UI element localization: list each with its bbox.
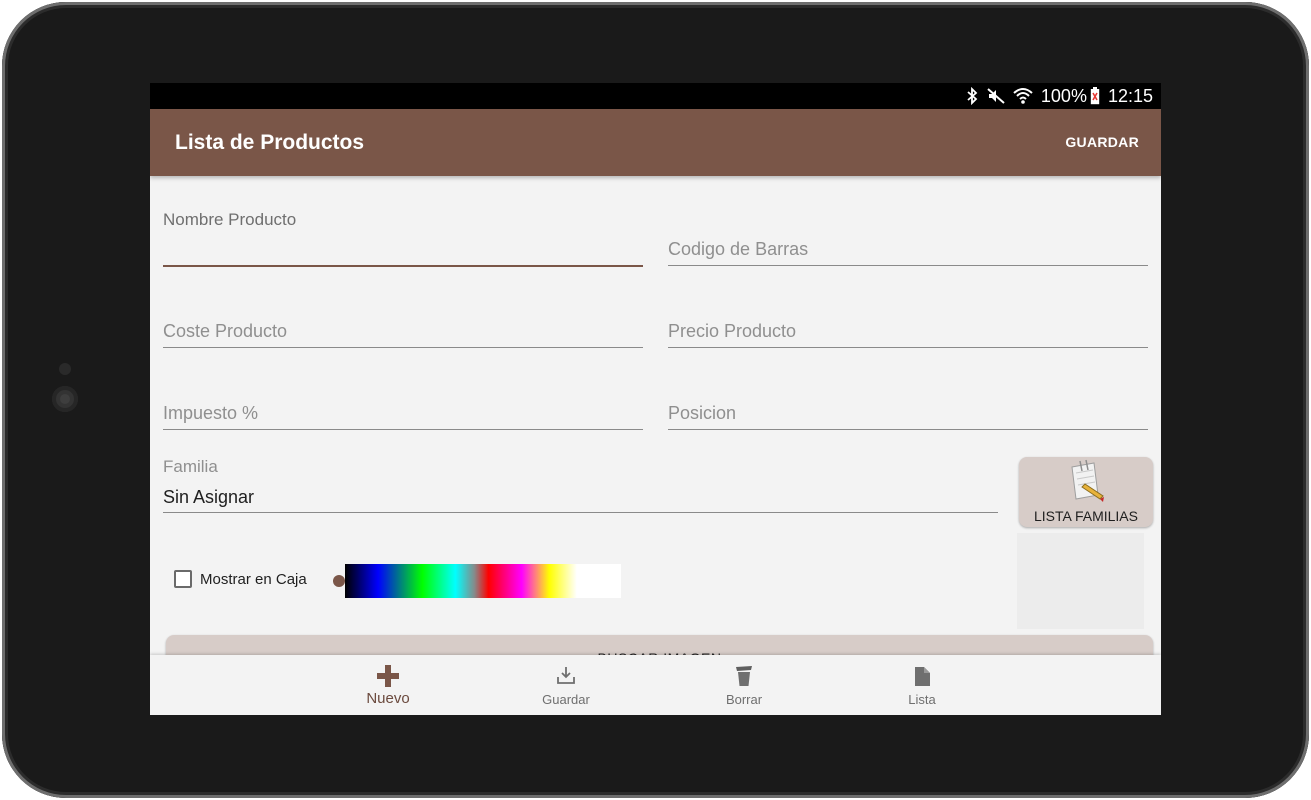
coste-producto-field[interactable]: Coste Producto (163, 315, 643, 348)
checkbox-box[interactable] (174, 570, 192, 588)
codigo-barras-field[interactable]: Codigo de Barras (668, 233, 1148, 266)
product-image-preview (1017, 533, 1144, 629)
battery-icon (1090, 87, 1100, 105)
notepad-pencil-icon (1071, 459, 1104, 502)
posicion-placeholder: Posicion (668, 403, 737, 423)
nav-item-lista[interactable]: Lista (862, 655, 982, 715)
precio-producto-placeholder: Precio Producto (668, 321, 797, 341)
nav-label-borrar: Borrar (725, 692, 763, 707)
clock: 12:15 (1107, 85, 1153, 106)
guardar-action-button[interactable]: GUARDAR (1065, 134, 1139, 150)
nav-label-nuevo: Nuevo (366, 690, 410, 707)
app-screen: 100% 12:15 Lista de Productos GUARDAR No… (150, 83, 1161, 715)
coste-producto-placeholder: Coste Producto (163, 321, 288, 341)
impuesto-field[interactable]: Impuesto % (163, 397, 643, 430)
battery-indicator: 100% (1041, 86, 1100, 107)
wifi-icon (1013, 88, 1033, 104)
bottom-navigation: Nuevo Guardar Borrar Lista (150, 655, 1161, 715)
bluetooth-icon (967, 87, 978, 105)
posicion-field[interactable]: Posicion (668, 397, 1148, 430)
familia-value: Sin Asignar (163, 487, 255, 507)
familia-field[interactable]: Familia Sin Asignar (163, 453, 998, 513)
nav-label-lista: Lista (908, 692, 936, 707)
coste-producto-underline (163, 347, 643, 348)
status-bar: 100% 12:15 (150, 83, 1161, 109)
nav-item-guardar[interactable]: Guardar (506, 655, 626, 715)
nombre-producto-underline (163, 265, 643, 267)
precio-producto-field[interactable]: Precio Producto (668, 315, 1148, 348)
nav-item-nuevo[interactable]: Nuevo (328, 655, 448, 715)
list-icon (915, 667, 930, 686)
trash-icon (736, 666, 752, 686)
app-bar: Lista de Productos GUARDAR (150, 109, 1161, 176)
lista-familias-button[interactable]: LISTA FAMILIAS (1019, 457, 1153, 527)
page-title: Lista de Productos (175, 131, 365, 154)
color-picker-handle[interactable] (333, 575, 345, 587)
mostrar-en-caja-checkbox[interactable]: Mostrar en Caja (174, 570, 307, 588)
impuesto-placeholder: Impuesto % (163, 403, 259, 423)
battery-percent: 100% (1040, 85, 1087, 106)
color-picker-bar[interactable] (345, 564, 621, 598)
impuesto-underline (163, 429, 643, 430)
plus-icon (377, 665, 399, 687)
nombre-producto-field[interactable]: Nombre Producto (163, 203, 643, 267)
codigo-barras-placeholder: Codigo de Barras (668, 239, 809, 259)
posicion-underline (668, 429, 1148, 430)
mostrar-en-caja-label: Mostrar en Caja (200, 570, 307, 588)
codigo-barras-underline (668, 265, 1148, 266)
nav-label-guardar: Guardar (542, 692, 590, 707)
sensor-dot (59, 363, 71, 375)
download-icon (557, 667, 575, 684)
nav-item-borrar[interactable]: Borrar (684, 655, 804, 715)
nombre-producto-label: Nombre Producto (163, 210, 297, 229)
mute-icon (987, 88, 1005, 104)
familia-label: Familia (163, 457, 218, 476)
lista-familias-label: LISTA FAMILIAS (1033, 508, 1138, 524)
precio-producto-underline (668, 347, 1148, 348)
camera-icon (52, 386, 78, 412)
familia-underline (163, 512, 998, 513)
